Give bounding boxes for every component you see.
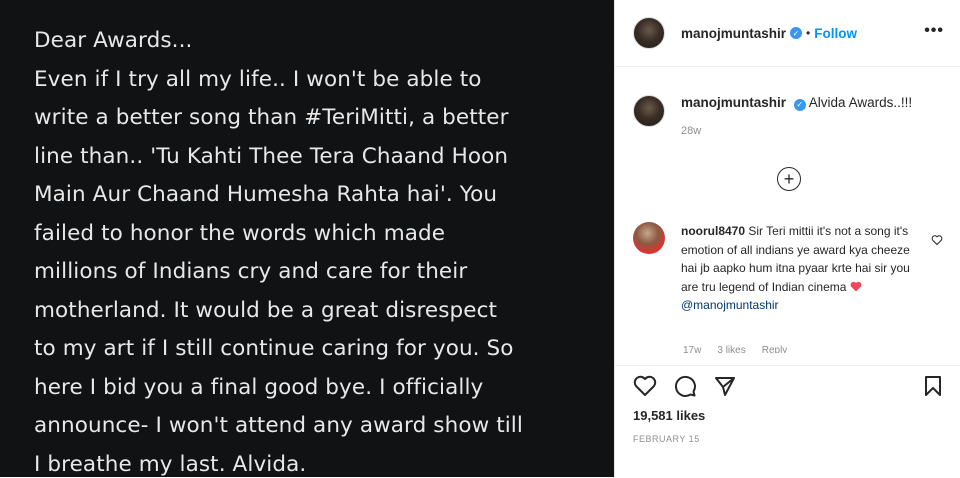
caption-line: manojmuntashir ✓ Alvida Awards..!!! [681, 95, 912, 111]
share-icon[interactable] [713, 374, 737, 398]
header-username[interactable]: manojmuntashir [681, 26, 786, 41]
comment-likes[interactable]: 3 likes [717, 345, 745, 353]
verified-icon: ✓ [793, 98, 806, 111]
comment: noorul8470 Sir Teri mittii it's not a so… [633, 222, 943, 315]
like-icon[interactable] [633, 374, 657, 398]
avatar[interactable] [633, 17, 665, 49]
caption: manojmuntashir ✓ Alvida Awards..!!! 28w [615, 67, 960, 137]
heart-emoji-icon [850, 281, 862, 291]
comment-body: noorul8470 Sir Teri mittii it's not a so… [681, 222, 916, 315]
follow-button[interactable]: Follow [814, 26, 857, 41]
caption-username[interactable]: manojmuntashir [681, 95, 786, 110]
load-more-comments-icon[interactable]: + [777, 167, 801, 191]
comment-meta: 17w 3 likes Reply [683, 345, 787, 353]
post-header: manojmuntashir ✓ • Follow ••• [615, 0, 960, 67]
caption-avatar[interactable] [633, 95, 665, 127]
post-sidebar: manojmuntashir ✓ • Follow ••• manojmunta… [614, 0, 960, 477]
comment-mention[interactable]: @manojmuntashir [681, 298, 779, 312]
verified-icon: ✓ [790, 27, 803, 39]
post-image: Dear Awards... Even if I try all my life… [0, 0, 614, 477]
caption-text: Alvida Awards..!!! [808, 95, 913, 110]
like-comment-icon[interactable] [931, 234, 943, 246]
actions-bar: 19,581 likes FEBRUARY 15 [615, 365, 960, 478]
comment-username[interactable]: noorul8470 [681, 224, 745, 238]
save-icon[interactable] [921, 374, 945, 398]
more-options-icon[interactable]: ••• [924, 22, 944, 40]
comment-icon[interactable] [673, 374, 697, 398]
comment-time[interactable]: 17w [683, 345, 701, 353]
post-image-text: Dear Awards... Even if I try all my life… [34, 28, 523, 477]
comment-reply[interactable]: Reply [762, 345, 788, 353]
likes-count[interactable]: 19,581 likes [633, 408, 705, 423]
instagram-post: Dear Awards... Even if I try all my life… [0, 0, 960, 477]
commenter-avatar[interactable] [633, 222, 665, 254]
caption-body: manojmuntashir ✓ Alvida Awards..!!! 28w [681, 95, 912, 137]
post-date[interactable]: FEBRUARY 15 [633, 434, 700, 444]
separator-dot: • [806, 26, 811, 40]
caption-time[interactable]: 28w [681, 125, 912, 137]
